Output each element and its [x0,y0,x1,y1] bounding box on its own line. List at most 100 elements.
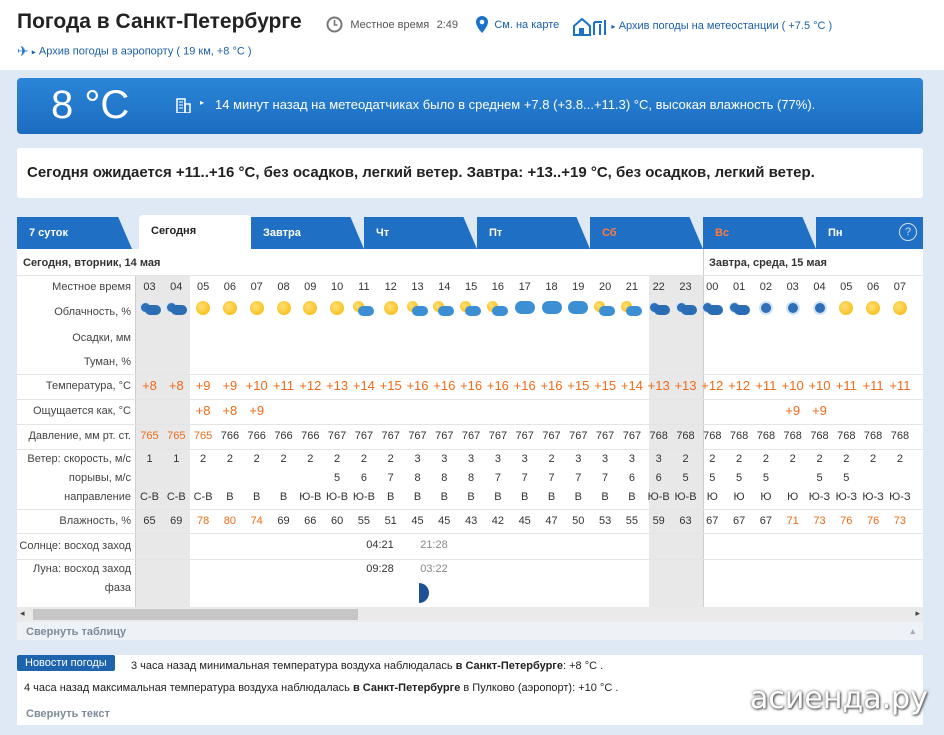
pressure-cell: 766 [274,430,293,442]
gust-cell: 8 [414,472,421,484]
wind-cell: 2 [280,453,287,465]
dir-cell: Ю-В [299,491,322,503]
wind-cell: 2 [870,453,877,465]
sun-icon [892,301,907,315]
wind-cell: 3 [468,453,475,465]
collapse-arrow-icon[interactable]: ▴ [910,626,915,637]
dir-cell: В [521,491,529,503]
cloud-cell-sun-cloud [484,301,511,320]
dir-cell: С-В [140,491,159,503]
tab-thu[interactable]: Чт [364,217,477,249]
wind-cell: 2 [307,453,314,465]
cloud-cell-cloud [565,301,592,317]
pressure-cell: 768 [729,430,749,442]
collapse-table-link[interactable]: Свернуть таблицу ▴ [17,622,923,640]
day-tabs: 7 суток Сегодня Завтра Чт Пт Сб Вс Пн? [17,215,923,249]
tab-tomorrow[interactable]: Завтра [251,217,364,249]
news-city-link[interactable]: в Санкт-Петербурге [456,660,563,672]
gust-cell: 5 [682,472,689,484]
humid-cell: 80 [223,515,237,527]
wind-cell: 3 [655,453,662,465]
humid-cell: 45 [411,515,424,527]
humid-cell: 74 [250,515,263,527]
archive-airport-link[interactable]: ✈ ▸ Архив погоды в аэропорту ( 19 км, +8… [17,43,252,60]
forecast-text: Сегодня ожидается +11..+16 °C, без осадк… [27,164,815,181]
archive-airport-label[interactable]: Архив погоды в аэропорту ( 19 км, +8 °C … [39,45,252,57]
wind-cell: 3 [602,453,609,465]
pressure-cell: 767 [435,430,454,442]
temp-cell: +13 [647,378,670,393]
tab-today[interactable]: Сегодня [139,215,251,249]
cloud-cell-moon [752,301,779,318]
cloud-cell-night-cloud [163,301,190,320]
scrollbar-thumb[interactable] [33,609,358,620]
feels-cell: +8 [222,403,238,418]
cloud-cell-sun [860,301,887,318]
collapse-text-link[interactable]: Свернуть текст [26,708,110,720]
building-icon [176,98,191,113]
wind-cell: 2 [253,453,260,465]
hour-cell: 17 [518,281,531,293]
humid-cell: 69 [170,515,183,527]
archive-station-link[interactable]: ▸ Архив погоды на метеостанции ( +7.5 °C… [572,16,832,36]
wind-cell: 2 [843,453,850,465]
cloud-cell-sun [297,301,324,318]
local-time-label: Местное время [350,18,430,31]
tab-label: 7 суток [29,227,69,239]
wind-cell: 2 [709,453,716,465]
wind-cell: 2 [334,453,341,465]
help-icon[interactable]: ? [899,223,917,241]
pressure-cell: 768 [676,430,695,442]
hour-cell: 21 [625,281,639,293]
wind-cell: 2 [762,453,769,465]
pressure-cell: 765 [140,430,159,442]
tab-7-days[interactable]: 7 суток [17,217,132,249]
tab-fri[interactable]: Пт [477,217,590,249]
divider [17,509,923,510]
temp-cell: +16 [406,378,429,393]
dir-cell: Ю-З [862,491,884,503]
feels-cell: +9 [812,403,827,418]
horizontal-scrollbar[interactable]: ◂ ▸ [17,607,923,622]
temp-cell: +11 [889,378,911,393]
pressure-cell: 767 [515,430,534,442]
row-label-phase: фаза [104,582,131,594]
temp-cell: +16 [433,378,456,393]
tab-sat[interactable]: Сб [590,217,703,249]
divider [17,533,923,534]
cloud-cell-sun-cloud [618,301,645,320]
news-text: 3 часа назад минимальная температура воз… [131,660,456,672]
hour-cell: 19 [572,281,585,293]
sun-icon [330,301,345,315]
gust-cell: 7 [387,472,394,484]
gust-cell: 6 [360,472,367,484]
wind-cell: 2 [200,453,207,465]
hour-cell: 07 [250,281,263,293]
humid-cell: 55 [357,515,371,527]
temp-cell: +11 [835,378,857,393]
cloud-cell-sun-cloud [458,301,485,320]
tab-mon[interactable]: Пн? [816,217,923,249]
current-description: 14 минут назад на метеодатчиках было в с… [215,97,816,112]
cloud-icon [491,306,508,316]
scroll-left-icon[interactable]: ◂ [20,608,25,619]
map-link-label[interactable]: См. на карте [494,19,559,31]
scroll-right-icon[interactable]: ▸ [915,608,920,619]
temp-cell: +11 [755,378,777,393]
dir-cell: В [494,491,502,503]
archive-station-label[interactable]: Архив погоды на метеостанции ( +7.5 °C ) [619,20,833,32]
tab-sun[interactable]: Вс [703,217,816,249]
pressure-cell: 767 [542,430,561,442]
sun-icon [249,301,264,315]
humid-cell: 45 [438,515,451,527]
temp-cell: +16 [540,378,563,393]
map-link[interactable]: См. на карте [476,16,559,33]
dir-cell: Ю [760,491,772,503]
wind-cell: 2 [226,453,233,465]
humid-cell: 63 [679,515,692,527]
cloud-cell-sun [377,301,404,318]
gust-cell: 8 [468,472,475,484]
dir-cell: В [226,491,234,503]
collapse-table-label[interactable]: Свернуть таблицу [26,626,126,638]
news-city-link[interactable]: в Санкт-Петербурге [353,682,460,694]
